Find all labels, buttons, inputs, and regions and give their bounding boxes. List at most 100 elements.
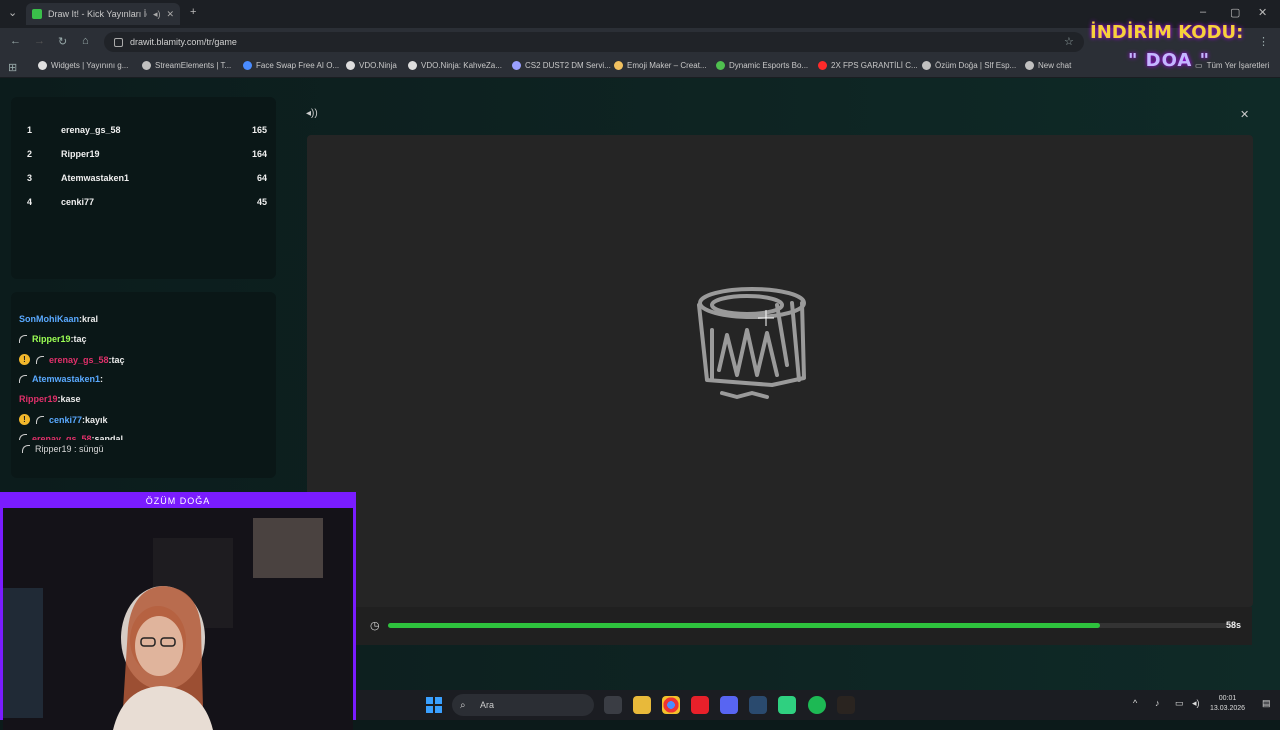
microphone-icon[interactable]: ♪ (1155, 698, 1160, 708)
bookmark-label: 2X FPS GARANTİLİ C... (831, 61, 918, 70)
promo-overlay: İNDİRİM KODU: " DOA " (1090, 22, 1243, 71)
chat-message: erenay_gs_58:sandal (19, 434, 123, 440)
bookmark-label: Dynamic Esports Bo... (729, 61, 809, 70)
drawing-canvas[interactable] (307, 135, 1253, 607)
bookmark-item[interactable]: Emoji Maker – Creat... (614, 61, 707, 70)
sound-toggle-icon[interactable]: ◂)) (306, 108, 318, 119)
bookmark-label: Face Swap Free AI O... (256, 61, 340, 70)
notification-icon[interactable]: ▤ (1262, 698, 1271, 709)
chat-text: :kase (57, 394, 81, 404)
streaming-app-icon[interactable] (837, 696, 855, 714)
browser-menu-icon[interactable]: ⋮ (1258, 35, 1269, 48)
browser-tab[interactable]: Draw It! - Kick Yayınları İçin ◂) ✕ (26, 3, 180, 25)
promo-code: " DOA " (1128, 50, 1210, 71)
timer-track (388, 623, 1236, 628)
chat-text: : (100, 374, 104, 384)
chat-message: Ripper19:kase (19, 394, 81, 404)
bookmark-item[interactable]: Widgets | Yayınını g... (38, 61, 128, 70)
network-icon[interactable]: ▭ (1175, 698, 1184, 709)
chat-text: :sandal (91, 434, 124, 440)
spotify-icon[interactable] (808, 696, 826, 714)
chat-message: Ripper19:taç (19, 334, 87, 344)
bookmark-item[interactable]: CS2 DUST2 DM Servi... (512, 61, 611, 70)
bookmark-favicon-icon (818, 61, 827, 70)
stopwatch-icon: ◷ (370, 620, 380, 632)
chat-username[interactable]: erenay_gs_58 (32, 434, 92, 440)
steam-icon[interactable] (749, 696, 767, 714)
volume-icon[interactable]: ◂) (1192, 698, 1200, 709)
chat-text: :taç (70, 334, 87, 344)
leaderboard-rank: 4 (27, 197, 33, 207)
maximize-icon[interactable]: ▢ (1230, 6, 1240, 19)
chat-text: :kral (79, 314, 99, 324)
streamer-camera-feed (3, 508, 353, 730)
taskbar-clock[interactable]: 00:01 13.03.2026 (1210, 694, 1245, 714)
chat-message: ! erenay_gs_58:taç (19, 354, 125, 365)
leaderboard-score: 45 (256, 197, 267, 207)
back-icon[interactable]: ← (10, 35, 21, 47)
leaderboard-name: cenki77 (61, 197, 95, 207)
chat-message: Atemwastaken1: (19, 374, 103, 384)
url-text: drawit.blamity.com/tr/game (130, 37, 237, 47)
home-icon[interactable]: ⌂ (82, 35, 89, 47)
bookmark-item[interactable]: Özüm Doğa | Slf Esp... (922, 61, 1016, 70)
browser-titlebar: ⌄ Draw It! - Kick Yayınları İçin ◂) ✕ + … (0, 0, 1280, 28)
chat-username[interactable]: SonMohiKaan (19, 314, 79, 324)
task-view-icon[interactable] (604, 696, 622, 714)
leaderboard-rank: 2 (27, 149, 33, 159)
bookmark-item[interactable]: StreamElements | T... (142, 61, 231, 70)
current-guess-text: Ripper19 : süngü (35, 444, 104, 454)
search-icon: ⌕ (460, 699, 466, 711)
chrome-icon[interactable] (662, 696, 680, 714)
reply-icon (36, 355, 44, 364)
chat-username[interactable]: Ripper19 (32, 334, 71, 344)
site-info-icon[interactable] (114, 37, 123, 47)
bookmark-item[interactable]: Dynamic Esports Bo... (716, 61, 808, 70)
minimize-icon[interactable]: – (1200, 6, 1206, 18)
chat-username[interactable]: Ripper19 (19, 394, 58, 404)
chat-username[interactable]: cenki77 (49, 415, 82, 425)
windows-start-icon[interactable] (425, 696, 443, 714)
app-icon[interactable] (778, 696, 796, 714)
leaderboard-score: 64 (256, 173, 267, 183)
bookmark-item[interactable]: New chat (1025, 61, 1071, 70)
close-window-icon[interactable]: ✕ (1258, 6, 1267, 19)
leaderboard-name: Ripper19 (61, 149, 100, 159)
bookmark-item[interactable]: Face Swap Free AI O... (243, 61, 339, 70)
leaderboard-rank: 1 (27, 125, 33, 135)
bookmark-item[interactable]: VDO.Ninja (346, 61, 397, 70)
tab-title: Draw It! - Kick Yayınları İçin (48, 9, 147, 19)
bookmark-favicon-icon (512, 61, 521, 70)
tab-menu-icon[interactable]: ⌄ (8, 6, 17, 19)
chat-username[interactable]: erenay_gs_58 (49, 355, 109, 365)
discord-icon[interactable] (720, 696, 738, 714)
reply-icon (36, 415, 44, 424)
chat-message: SonMohiKaan:kral (19, 314, 98, 324)
bookmark-item[interactable]: 2X FPS GARANTİLİ C... (818, 61, 918, 70)
chat-text: :taç (108, 354, 125, 365)
clock-date: 13.03.2026 (1210, 705, 1246, 712)
leaderboard-row: 1 erenay_gs_58 165 (27, 125, 267, 143)
speaker-icon[interactable]: ◂) (153, 9, 161, 20)
close-game-icon[interactable]: ✕ (1240, 108, 1249, 121)
taskbar-search[interactable]: ⌕ Ara (452, 694, 594, 716)
chat-username[interactable]: Atemwastaken1 (32, 374, 100, 384)
new-tab-icon[interactable]: + (190, 6, 196, 18)
file-explorer-icon[interactable] (633, 696, 651, 714)
tray-chevron-icon[interactable]: ^ (1133, 698, 1137, 708)
url-field[interactable]: drawit.blamity.com/tr/game (104, 32, 1084, 52)
bookmark-item[interactable]: VDO.Ninja: KahveZa... (408, 61, 502, 70)
bookmark-star-icon[interactable]: ☆ (1064, 35, 1074, 48)
close-tab-icon[interactable]: ✕ (166, 9, 174, 20)
bookmark-label: New chat (1038, 61, 1072, 70)
leaderboard-row: 3 Atemwastaken1 64 (27, 173, 267, 191)
chat-text: :kayık (82, 414, 108, 425)
forward-icon[interactable]: → (34, 35, 45, 47)
bookmark-favicon-icon (346, 61, 355, 70)
bookmark-favicon-icon (922, 61, 931, 70)
timer-progress-fill (388, 623, 1101, 628)
apps-grid-icon[interactable]: ⊞ (8, 61, 17, 74)
reload-icon[interactable]: ↻ (58, 35, 67, 48)
all-bookmarks-label: Tüm Yer İşaretleri (1206, 61, 1270, 70)
youtube-icon[interactable] (691, 696, 709, 714)
